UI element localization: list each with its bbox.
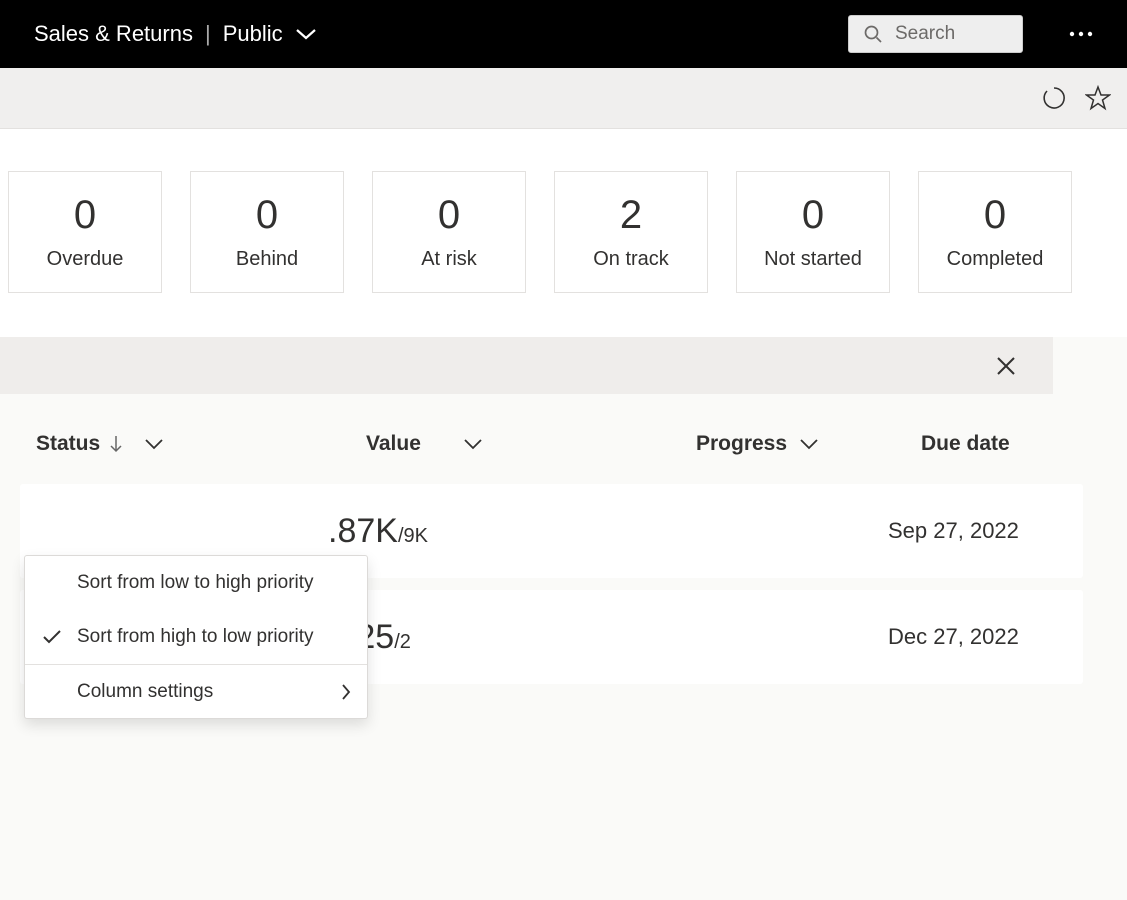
close-icon[interactable] bbox=[995, 355, 1017, 377]
card-value: 0 bbox=[984, 193, 1006, 238]
refresh-icon[interactable] bbox=[1041, 85, 1067, 111]
arrow-down-icon bbox=[110, 434, 122, 454]
top-bar: Sales & Returns | Public bbox=[0, 0, 1127, 68]
metric-card-completed[interactable]: 0 Completed bbox=[918, 171, 1072, 293]
column-label: Value bbox=[366, 432, 421, 456]
metric-card-not-started[interactable]: 0 Not started bbox=[736, 171, 890, 293]
breadcrumb: Sales & Returns | Public bbox=[34, 21, 317, 47]
top-right bbox=[848, 15, 1099, 53]
chevron-down-icon bbox=[463, 438, 483, 450]
table-headers: Status Value Progress Due date bbox=[0, 394, 1127, 484]
card-label: Behind bbox=[236, 248, 298, 271]
column-label: Progress bbox=[696, 432, 787, 456]
value-target: /2 bbox=[394, 631, 411, 654]
page-title: Sales & Returns bbox=[34, 21, 193, 47]
menu-item-sort-low-high[interactable]: Sort from low to high priority bbox=[25, 556, 367, 610]
chevron-right-icon bbox=[341, 683, 351, 701]
value-target: /9K bbox=[398, 525, 428, 548]
metric-card-overdue[interactable]: 0 Overdue bbox=[8, 171, 162, 293]
metric-card-behind[interactable]: 0 Behind bbox=[190, 171, 344, 293]
search-box[interactable] bbox=[848, 15, 1023, 53]
panel-header bbox=[0, 337, 1053, 394]
metric-card-on-track[interactable]: 2 On track bbox=[554, 171, 708, 293]
star-icon[interactable] bbox=[1085, 85, 1111, 111]
card-value: 0 bbox=[256, 193, 278, 238]
more-options-button[interactable] bbox=[1063, 25, 1099, 43]
visibility-dropdown[interactable]: Public bbox=[223, 21, 317, 47]
search-icon bbox=[863, 24, 883, 44]
column-header-value[interactable]: Value bbox=[366, 432, 696, 456]
menu-item-sort-high-low[interactable]: Sort from high to low priority bbox=[25, 610, 367, 664]
card-value: 0 bbox=[74, 193, 96, 238]
search-input[interactable] bbox=[895, 23, 1008, 45]
card-label: Overdue bbox=[47, 248, 124, 271]
menu-item-label: Sort from low to high priority bbox=[77, 572, 351, 594]
chevron-down-icon bbox=[799, 438, 819, 450]
title-divider: | bbox=[205, 21, 211, 47]
metric-card-at-risk[interactable]: 0 At risk bbox=[372, 171, 526, 293]
card-value: 0 bbox=[802, 193, 824, 238]
column-label: Status bbox=[36, 432, 100, 456]
card-label: On track bbox=[593, 248, 669, 271]
column-header-progress[interactable]: Progress bbox=[696, 432, 921, 456]
card-value: 2 bbox=[620, 193, 642, 238]
column-header-due-date[interactable]: Due date bbox=[921, 432, 1127, 456]
column-header-status[interactable]: Status bbox=[36, 432, 366, 456]
card-value: 0 bbox=[438, 193, 460, 238]
card-label: Completed bbox=[947, 248, 1044, 271]
value-cell: 1.25 /2 bbox=[328, 618, 658, 657]
checkmark-icon bbox=[41, 629, 63, 645]
due-date-cell: Sep 27, 2022 bbox=[883, 518, 1019, 544]
chevron-down-icon bbox=[144, 438, 164, 450]
visibility-label: Public bbox=[223, 21, 283, 47]
menu-item-column-settings[interactable]: Column settings bbox=[25, 664, 367, 718]
value-cell: .87K /9K bbox=[328, 512, 658, 551]
metric-cards-row: 0 Overdue 0 Behind 0 At risk 2 On track … bbox=[0, 129, 1127, 293]
sub-bar bbox=[0, 68, 1127, 129]
menu-item-label: Column settings bbox=[77, 681, 327, 703]
column-label: Due date bbox=[921, 432, 1010, 455]
chevron-down-icon bbox=[295, 27, 317, 41]
value-main: .87K bbox=[328, 512, 398, 551]
card-label: At risk bbox=[421, 248, 477, 271]
menu-item-label: Sort from high to low priority bbox=[77, 626, 351, 648]
card-label: Not started bbox=[764, 248, 862, 271]
status-sort-menu: Sort from low to high priority Sort from… bbox=[24, 555, 368, 719]
due-date-cell: Dec 27, 2022 bbox=[883, 624, 1019, 650]
